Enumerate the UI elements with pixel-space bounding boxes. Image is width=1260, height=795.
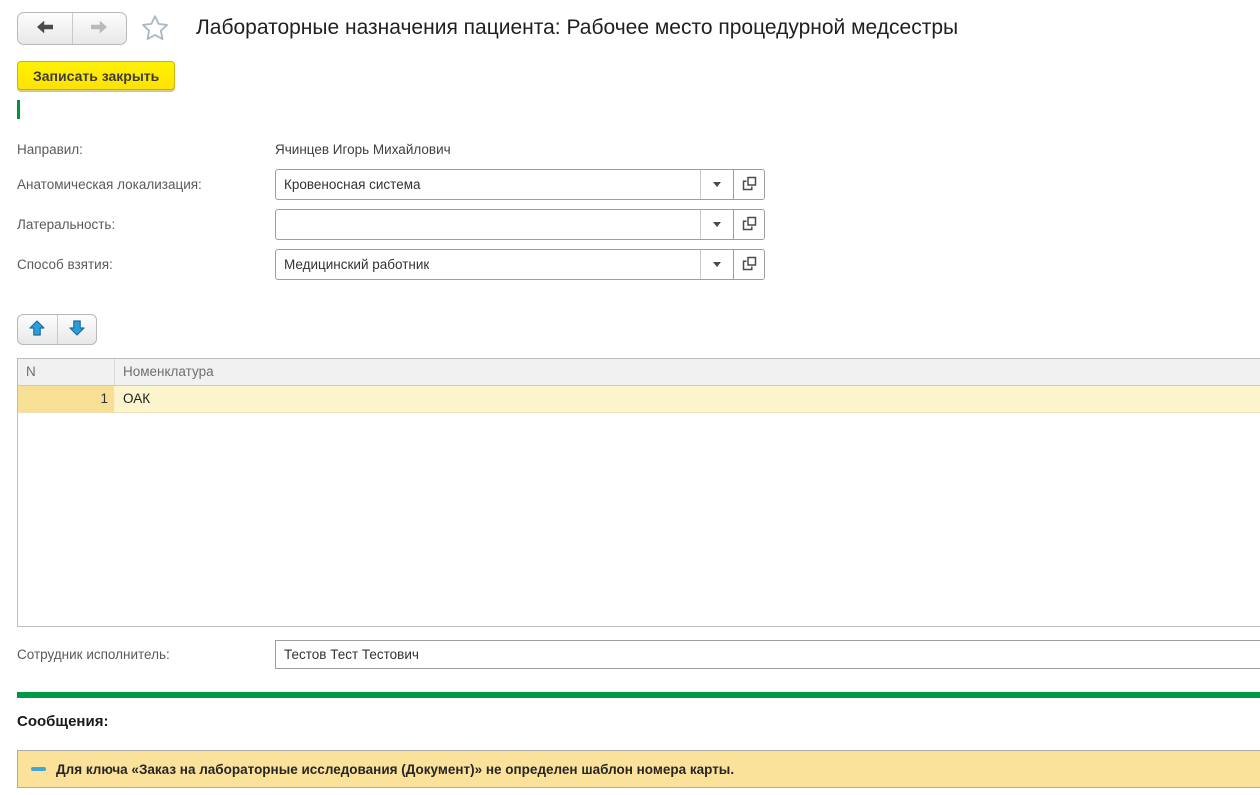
anatomic-localization-dropdown-button[interactable] xyxy=(700,170,733,199)
anatomic-localization-input[interactable] xyxy=(276,170,700,199)
message-item[interactable]: Для ключа «Заказ на лабораторные исследо… xyxy=(17,750,1260,788)
table-header-row: N Номенклатура xyxy=(18,359,1260,386)
column-header-n[interactable]: N xyxy=(18,359,115,385)
message-text: Для ключа «Заказ на лабораторные исследо… xyxy=(56,762,734,777)
field-label-referrer: Направил: xyxy=(17,142,83,157)
arrow-left-icon xyxy=(34,16,56,41)
collection-method-dropdown-button[interactable] xyxy=(700,250,733,279)
back-button[interactable] xyxy=(18,13,72,44)
column-header-nomenclature[interactable]: Номенклатура xyxy=(115,359,1260,385)
field-label-laterality: Латеральность: xyxy=(17,217,115,232)
nomenclature-table: N Номенклатура 1 ОАК xyxy=(17,358,1260,627)
choose-list-icon xyxy=(742,256,757,274)
move-row-down-button[interactable] xyxy=(57,315,96,344)
laterality-input[interactable] xyxy=(276,210,700,239)
forward-button[interactable] xyxy=(72,13,126,44)
arrow-up-icon xyxy=(28,319,46,340)
laterality-field xyxy=(275,209,765,240)
favorite-button[interactable] xyxy=(137,12,173,46)
chevron-down-icon xyxy=(713,182,721,187)
move-row-up-button[interactable] xyxy=(18,315,57,344)
arrow-down-icon xyxy=(68,319,86,340)
collection-method-choose-button[interactable] xyxy=(733,250,764,279)
field-label-anatomic-localization: Анатомическая локализация: xyxy=(17,177,202,192)
messages-heading: Сообщения: xyxy=(17,713,108,730)
row-number-cell[interactable]: 1 xyxy=(18,386,115,412)
chevron-down-icon xyxy=(713,222,721,227)
choose-list-icon xyxy=(742,216,757,234)
field-label-executor: Сотрудник исполнитель: xyxy=(17,647,170,662)
anatomic-localization-field xyxy=(275,169,765,200)
referrer-value: Ячинцев Игорь Михайлович xyxy=(275,142,451,157)
save-close-button[interactable]: Записать закрыть xyxy=(17,61,175,90)
history-nav-group xyxy=(17,12,127,45)
row-move-group xyxy=(17,314,97,345)
laterality-dropdown-button[interactable] xyxy=(700,210,733,239)
collection-method-input[interactable] xyxy=(276,250,700,279)
arrow-right-icon xyxy=(88,16,110,41)
green-divider xyxy=(17,692,1260,698)
executor-input[interactable] xyxy=(275,640,1260,669)
anatomic-localization-choose-button[interactable] xyxy=(733,170,764,199)
nomenclature-cell[interactable]: ОАК xyxy=(115,386,1260,412)
choose-list-icon xyxy=(742,176,757,194)
page-title: Лабораторные назначения пациента: Рабоче… xyxy=(196,16,958,40)
star-outline-icon xyxy=(139,12,171,47)
green-caret-mark xyxy=(17,100,20,119)
collection-method-field xyxy=(275,249,765,280)
field-label-collection-method: Способ взятия: xyxy=(17,257,113,272)
table-row[interactable]: 1 ОАК xyxy=(18,386,1260,413)
chevron-down-icon xyxy=(713,262,721,267)
dash-icon xyxy=(31,767,46,771)
laterality-choose-button[interactable] xyxy=(733,210,764,239)
